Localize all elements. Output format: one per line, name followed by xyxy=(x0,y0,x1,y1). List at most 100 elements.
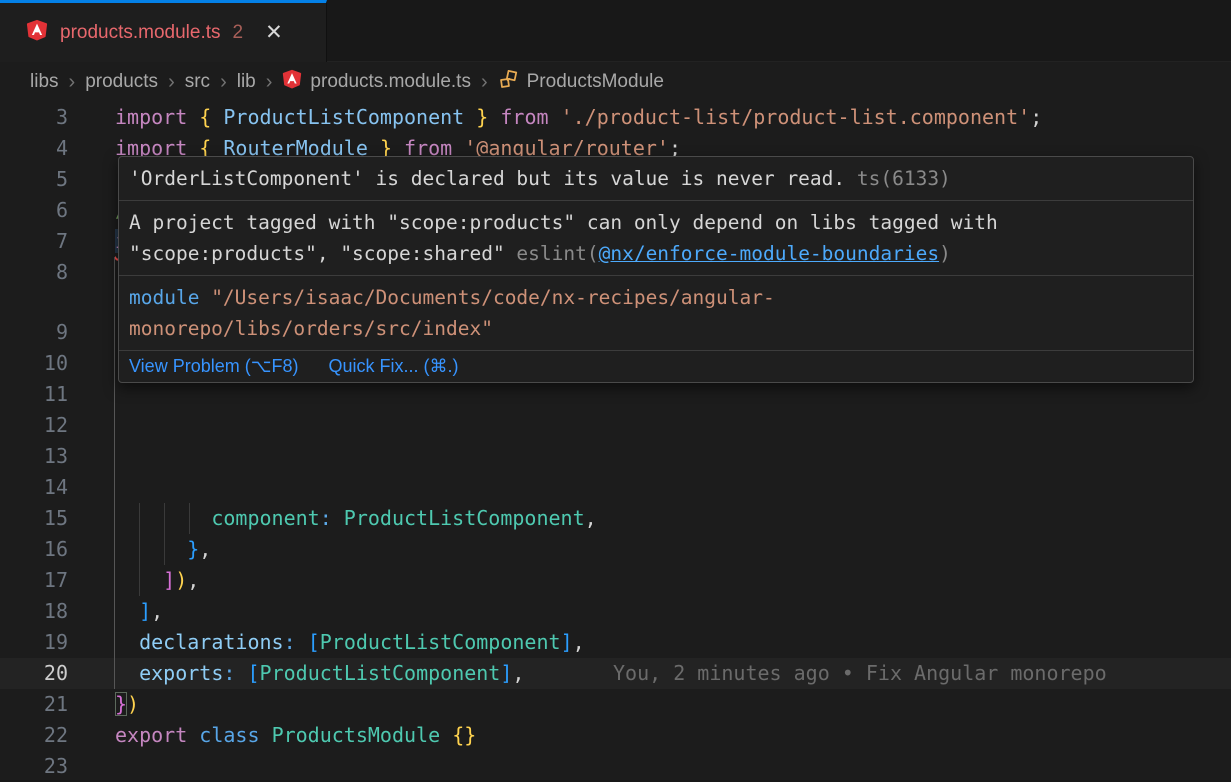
code-line[interactable]: 23 xyxy=(0,751,1231,782)
code-token: {} xyxy=(452,723,476,747)
hover-section-3: module "/Users/isaac/Documents/code/nx-r… xyxy=(119,276,1193,351)
code-line[interactable]: 21}) xyxy=(0,689,1231,720)
line-number[interactable]: 19 xyxy=(0,627,68,658)
code-token: ) xyxy=(175,568,187,592)
code-token: : xyxy=(223,661,235,685)
code-token xyxy=(115,599,139,623)
code-line[interactable]: 22 export class ProductsModule {} xyxy=(0,720,1231,751)
code-line[interactable]: 20 exports: [ProductListComponent],You, … xyxy=(0,658,1231,689)
code-token: , xyxy=(199,537,211,561)
code-text: }, xyxy=(115,534,211,565)
line-number[interactable]: 8 xyxy=(0,257,68,288)
code-token: : xyxy=(320,506,332,530)
code-text: declarations: [ProductListComponent], xyxy=(115,627,585,658)
line-number[interactable]: 15 xyxy=(0,503,68,534)
line-number[interactable]: 16 xyxy=(0,534,68,565)
code-token: , xyxy=(512,661,524,685)
code-token: from xyxy=(500,105,548,129)
code-line[interactable]: 18 ], xyxy=(0,596,1231,627)
breadcrumb-item-lib[interactable]: lib xyxy=(237,71,256,93)
code-token: ] xyxy=(163,568,175,592)
code-line[interactable]: 13 xyxy=(0,441,1231,472)
breadcrumb-label: products xyxy=(85,71,158,93)
code-token: import xyxy=(115,105,187,129)
class-symbol-icon xyxy=(498,69,519,96)
code-token: ] xyxy=(139,599,151,623)
code-token: , xyxy=(187,568,199,592)
code-token: ProductListComponent xyxy=(320,630,561,654)
line-number[interactable]: 6 xyxy=(0,195,68,226)
code-token: 'OrderListComponent' is declared but its… xyxy=(129,167,845,190)
code-token: "/Users/isaac/Documents/code/nx-recipes/… xyxy=(199,286,774,309)
code-token: exports xyxy=(139,661,223,685)
line-number[interactable]: 22 xyxy=(0,720,68,751)
tab-bar: products.module.ts 2 ✕ xyxy=(0,0,1231,62)
line-number[interactable]: 10 xyxy=(0,348,68,379)
code-token xyxy=(115,537,187,561)
hover-message-line: "scope:products", "scope:shared" eslint(… xyxy=(129,238,1183,269)
hover-message-line: monorepo/libs/orders/src/index" xyxy=(129,313,1183,344)
code-token xyxy=(115,661,139,685)
eslint-rule-link[interactable]: @nx/enforce-module-boundaries xyxy=(599,242,939,265)
tab-products-module[interactable]: products.module.ts 2 ✕ xyxy=(0,0,327,62)
line-number[interactable]: 5 xyxy=(0,164,68,195)
code-line[interactable]: 19 declarations: [ProductListComponent], xyxy=(0,627,1231,658)
code-text: export class ProductsModule {} xyxy=(115,720,476,751)
code-token xyxy=(332,506,344,530)
code-token xyxy=(115,568,163,592)
code-token: module xyxy=(129,286,199,309)
breadcrumb-label: ProductsModule xyxy=(527,71,664,93)
code-token: , xyxy=(573,630,585,654)
tab-modified-badge: 2 xyxy=(233,22,244,44)
hover-message-line: module "/Users/isaac/Documents/code/nx-r… xyxy=(129,282,1183,313)
code-token xyxy=(115,506,211,530)
breadcrumb-label: libs xyxy=(30,71,59,93)
code-token: ) xyxy=(127,692,139,716)
code-line[interactable]: 16 }, xyxy=(0,534,1231,565)
quick-fix-button[interactable]: Quick Fix... (⌘.) xyxy=(328,356,458,377)
line-number[interactable]: 11 xyxy=(0,379,68,410)
breadcrumb-item-products[interactable]: products xyxy=(85,71,158,93)
line-number[interactable]: 20 xyxy=(0,658,68,689)
line-number[interactable]: 7 xyxy=(0,226,68,257)
line-number[interactable]: 17 xyxy=(0,565,68,596)
line-number[interactable]: 14 xyxy=(0,472,68,503)
code-line[interactable]: 3import { ProductListComponent } from '.… xyxy=(0,102,1231,133)
code-token xyxy=(440,723,452,747)
breadcrumb-item-src[interactable]: src xyxy=(185,71,210,93)
code-token: [ xyxy=(247,661,259,685)
angular-icon xyxy=(282,69,302,95)
hover-tooltip: 'OrderListComponent' is declared but its… xyxy=(118,156,1194,383)
hover-action-bar: View Problem (⌥F8) Quick Fix... (⌘.) xyxy=(119,351,1193,382)
code-token: export xyxy=(115,723,187,747)
code-line[interactable]: 14 xyxy=(0,472,1231,503)
code-token: , xyxy=(151,599,163,623)
line-number[interactable]: 3 xyxy=(0,102,68,133)
line-number[interactable]: 13 xyxy=(0,441,68,472)
code-token: ProductsModule xyxy=(272,723,441,747)
hover-section-2: A project tagged with "scope:products" c… xyxy=(119,201,1193,276)
code-line[interactable]: 12 xyxy=(0,410,1231,441)
line-number[interactable]: 9 xyxy=(0,317,68,348)
code-token xyxy=(211,105,223,129)
code-token xyxy=(488,105,500,129)
line-number[interactable]: 4 xyxy=(0,133,68,164)
code-line[interactable]: 15 component: ProductListComponent, xyxy=(0,503,1231,534)
code-token xyxy=(187,105,199,129)
close-icon[interactable]: ✕ xyxy=(265,22,283,43)
code-token: [ xyxy=(308,630,320,654)
breadcrumb-item-products-module-ts[interactable]: products.module.ts xyxy=(282,69,471,95)
code-token: ProductListComponent xyxy=(223,105,464,129)
breadcrumb-item-libs[interactable]: libs xyxy=(30,71,59,93)
code-line[interactable]: 17 ]), xyxy=(0,565,1231,596)
line-number[interactable]: 12 xyxy=(0,410,68,441)
code-line[interactable]: 11 xyxy=(0,379,1231,410)
view-problem-button[interactable]: View Problem (⌥F8) xyxy=(129,356,298,377)
breadcrumb-item-productsmodule[interactable]: ProductsModule xyxy=(498,69,664,96)
line-number[interactable]: 23 xyxy=(0,751,68,782)
code-token xyxy=(235,661,247,685)
line-number[interactable]: 21 xyxy=(0,689,68,720)
breadcrumb-label: lib xyxy=(237,71,256,93)
line-number[interactable]: 18 xyxy=(0,596,68,627)
code-token xyxy=(549,105,561,129)
